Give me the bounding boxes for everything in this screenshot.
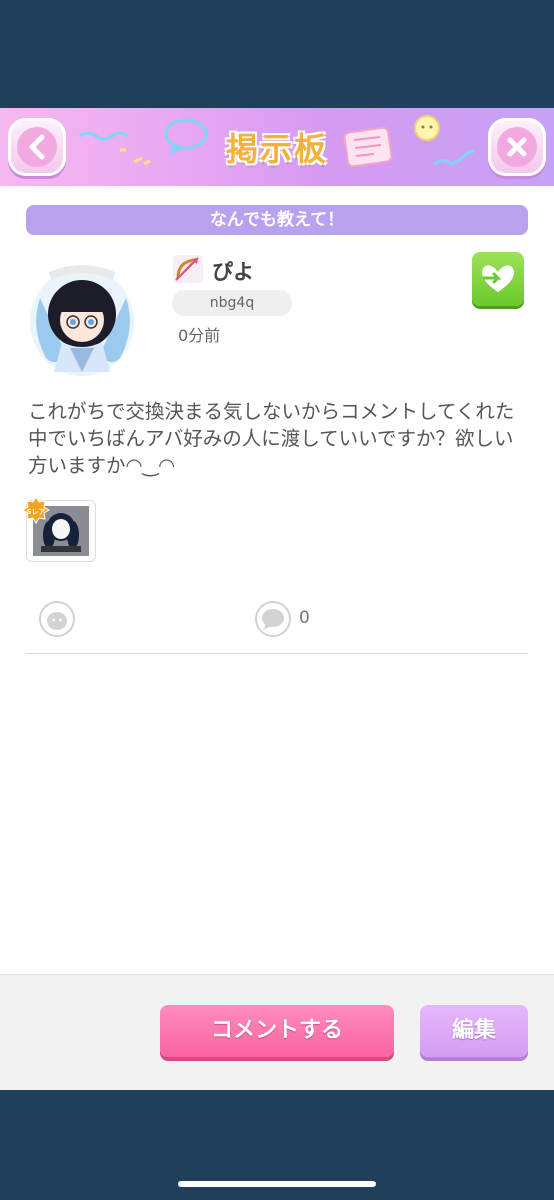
comment-count: 0: [299, 608, 310, 628]
speech-bubble-icon: [255, 601, 291, 637]
trade-button[interactable]: [472, 252, 524, 306]
home-indicator[interactable]: [178, 1181, 376, 1187]
close-button-face: [497, 127, 537, 167]
bottom-action-bar: コメントする 編集: [0, 974, 554, 1091]
avatar[interactable]: [22, 258, 144, 384]
user-id-badge: nbg4q: [172, 290, 292, 316]
close-button[interactable]: [488, 118, 546, 176]
rarity-badge-icon: Sレア: [22, 496, 50, 524]
status-bar-area: [0, 0, 554, 108]
comment-icon-button[interactable]: [254, 600, 292, 638]
post-time: 0分前: [178, 326, 221, 345]
comment-button[interactable]: コメントする: [160, 1005, 394, 1057]
post-body: これがちで交換決まる気しないからコメントしてくれた中でいちばんアバ好みの人に渡し…: [28, 400, 515, 477]
like-face-icon: [39, 601, 75, 637]
like-button[interactable]: [38, 600, 76, 638]
edit-button[interactable]: 編集: [420, 1005, 528, 1057]
cupid-bow-icon: [172, 254, 204, 284]
divider: [26, 653, 528, 654]
rarity-badge-text: Sレア: [26, 508, 45, 516]
board-header: 掲示板: [0, 108, 554, 186]
category-banner: なんでも教えて！: [26, 205, 528, 235]
trade-heart-icon: [482, 265, 514, 292]
close-icon: [507, 137, 527, 157]
avatar-image: [30, 265, 134, 376]
post-content: なんでも教えて！ ぴよ nbg4q 0分前 これがちで交換決まる気しないからコメ…: [0, 186, 554, 974]
page-title: 掲示板: [225, 130, 328, 168]
username: ぴよ: [212, 260, 254, 284]
